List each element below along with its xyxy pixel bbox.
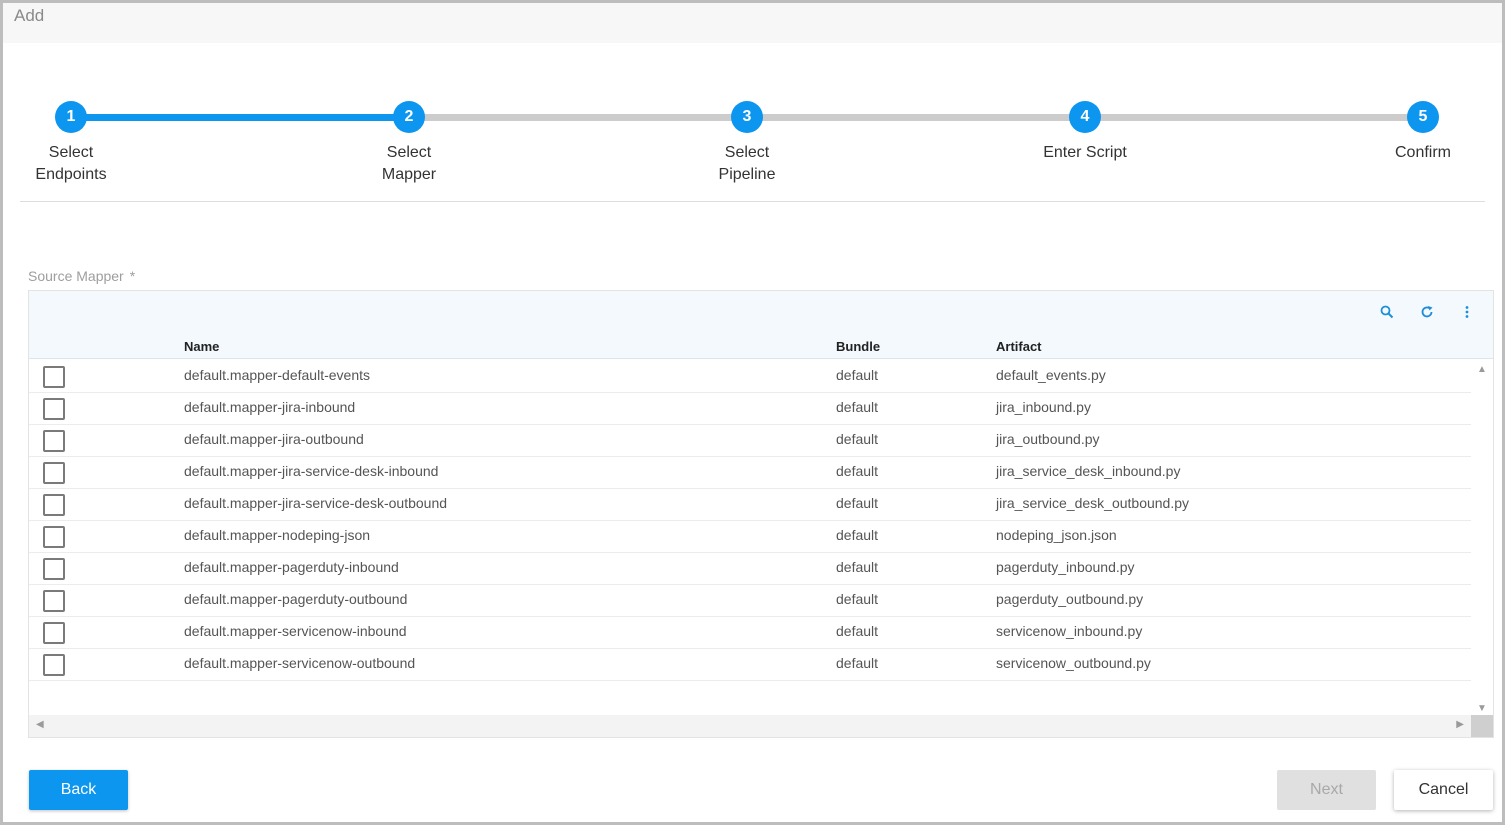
step-number: 5: [1407, 101, 1439, 133]
step-label: Enter Script: [1043, 144, 1127, 161]
cell-artifact: servicenow_inbound.py: [996, 623, 1143, 639]
cell-bundle: default: [836, 655, 879, 671]
row-checkbox[interactable]: [43, 462, 65, 484]
next-button[interactable]: Next: [1277, 770, 1376, 810]
cell-name: default.mapper-servicenow-outbound: [184, 655, 416, 671]
cell-artifact: jira_service_desk_inbound.py: [996, 463, 1181, 479]
vertical-scrollbar[interactable]: ▲ ▼: [1471, 361, 1493, 717]
stepper-track-pending: [409, 114, 1423, 121]
column-header-bundle[interactable]: Bundle: [836, 339, 880, 354]
cell-artifact: servicenow_outbound.py: [996, 655, 1151, 671]
cell-artifact: pagerduty_inbound.py: [996, 559, 1135, 575]
row-checkbox[interactable]: [43, 590, 65, 612]
cancel-button[interactable]: Cancel: [1394, 770, 1493, 810]
cell-name: default.mapper-jira-service-desk-inbound: [184, 463, 439, 479]
dialog-title: Add: [14, 6, 45, 25]
cell-name: default.mapper-pagerduty-outbound: [184, 591, 408, 607]
step-enter-script[interactable]: 4 Enter Script: [1015, 98, 1155, 164]
row-checkbox[interactable]: [43, 398, 65, 420]
cell-bundle: default: [836, 463, 879, 479]
table-row[interactable]: default.mapper-servicenow-inbound defaul…: [29, 617, 1471, 649]
row-checkbox[interactable]: [43, 366, 65, 388]
cell-bundle: default: [836, 527, 879, 543]
row-checkbox[interactable]: [43, 558, 65, 580]
step-select-pipeline[interactable]: 3 Select Pipeline: [677, 98, 817, 186]
cell-bundle: default: [836, 559, 879, 575]
table-row[interactable]: default.mapper-nodeping-json default nod…: [29, 521, 1471, 553]
step-label: Confirm: [1394, 144, 1451, 161]
scroll-left-icon[interactable]: ◀: [36, 719, 44, 730]
more-vert-icon[interactable]: [1456, 305, 1478, 323]
row-checkbox[interactable]: [43, 494, 65, 516]
step-number: 4: [1069, 101, 1101, 133]
cell-artifact: jira_inbound.py: [996, 399, 1091, 415]
mapper-grid: Name Bundle Artifact default.mapper-defa…: [28, 290, 1494, 738]
column-header-name[interactable]: Name: [184, 339, 219, 354]
cell-bundle: default: [836, 431, 879, 447]
cell-artifact: jira_service_desk_outbound.py: [996, 495, 1190, 511]
step-label: Select Pipeline: [718, 144, 776, 183]
row-checkbox[interactable]: [43, 526, 65, 548]
row-checkbox[interactable]: [43, 430, 65, 452]
column-header-artifact[interactable]: Artifact: [996, 339, 1042, 354]
table-row[interactable]: default.mapper-jira-outbound default jir…: [29, 425, 1471, 457]
cell-name: default.mapper-jira-outbound: [184, 431, 364, 447]
cell-bundle: default: [836, 495, 879, 511]
required-mark: *: [129, 268, 136, 284]
scrollbar-corner: [1471, 715, 1493, 737]
step-confirm[interactable]: 5 Confirm: [1353, 98, 1493, 164]
dialog-titlebar: Add: [3, 3, 1502, 43]
cell-name: default.mapper-pagerduty-inbound: [184, 559, 399, 575]
cell-bundle: default: [836, 367, 879, 383]
add-dialog: Add 1 Select Endpoints 2 Select Mapper 3…: [0, 0, 1505, 825]
step-select-endpoints[interactable]: 1 Select Endpoints: [1, 98, 141, 186]
cell-artifact: nodeping_json.json: [996, 527, 1117, 543]
step-number: 2: [393, 101, 425, 133]
scroll-right-icon[interactable]: ▶: [1456, 719, 1464, 730]
cell-name: default.mapper-nodeping-json: [184, 527, 371, 543]
cell-bundle: default: [836, 623, 879, 639]
horizontal-scrollbar[interactable]: ◀ ▶: [29, 715, 1471, 737]
cell-artifact: pagerduty_outbound.py: [996, 591, 1144, 607]
step-number: 3: [731, 101, 763, 133]
table-row[interactable]: default.mapper-pagerduty-outbound defaul…: [29, 585, 1471, 617]
step-select-mapper[interactable]: 2 Select Mapper: [339, 98, 479, 186]
stepper-divider: [20, 201, 1485, 202]
table-row[interactable]: default.mapper-servicenow-outbound defau…: [29, 649, 1471, 681]
cell-bundle: default: [836, 591, 879, 607]
grid-toolbar: [1376, 305, 1478, 323]
grid-body: default.mapper-default-events default de…: [29, 361, 1471, 717]
table-row[interactable]: default.mapper-jira-inbound default jira…: [29, 393, 1471, 425]
cell-name: default.mapper-servicenow-inbound: [184, 623, 407, 639]
source-mapper-label: Source Mapper *: [28, 268, 136, 284]
table-row[interactable]: default.mapper-pagerduty-inbound default…: [29, 553, 1471, 585]
cell-name: default.mapper-default-events: [184, 367, 370, 383]
cell-name: default.mapper-jira-inbound: [184, 399, 356, 415]
table-row[interactable]: default.mapper-jira-service-desk-inbound…: [29, 457, 1471, 489]
back-button[interactable]: Back: [29, 770, 128, 810]
search-icon[interactable]: [1376, 305, 1398, 323]
table-row[interactable]: default.mapper-default-events default de…: [29, 361, 1471, 393]
cell-bundle: default: [836, 399, 879, 415]
cell-artifact: jira_outbound.py: [996, 431, 1100, 447]
row-checkbox[interactable]: [43, 654, 65, 676]
step-label: Select Endpoints: [35, 144, 107, 183]
wizard-stepper: 1 Select Endpoints 2 Select Mapper 3 Sel…: [3, 98, 1503, 198]
refresh-icon[interactable]: [1416, 305, 1438, 323]
cell-artifact: default_events.py: [996, 367, 1106, 383]
step-label: Select Mapper: [381, 144, 437, 183]
scroll-down-icon[interactable]: ▼: [1477, 703, 1487, 714]
table-row[interactable]: default.mapper-jira-service-desk-outboun…: [29, 489, 1471, 521]
grid-header: Name Bundle Artifact: [29, 291, 1493, 359]
step-number: 1: [55, 101, 87, 133]
cell-name: default.mapper-jira-service-desk-outboun…: [184, 495, 448, 511]
row-checkbox[interactable]: [43, 622, 65, 644]
scroll-up-icon[interactable]: ▲: [1477, 364, 1487, 375]
